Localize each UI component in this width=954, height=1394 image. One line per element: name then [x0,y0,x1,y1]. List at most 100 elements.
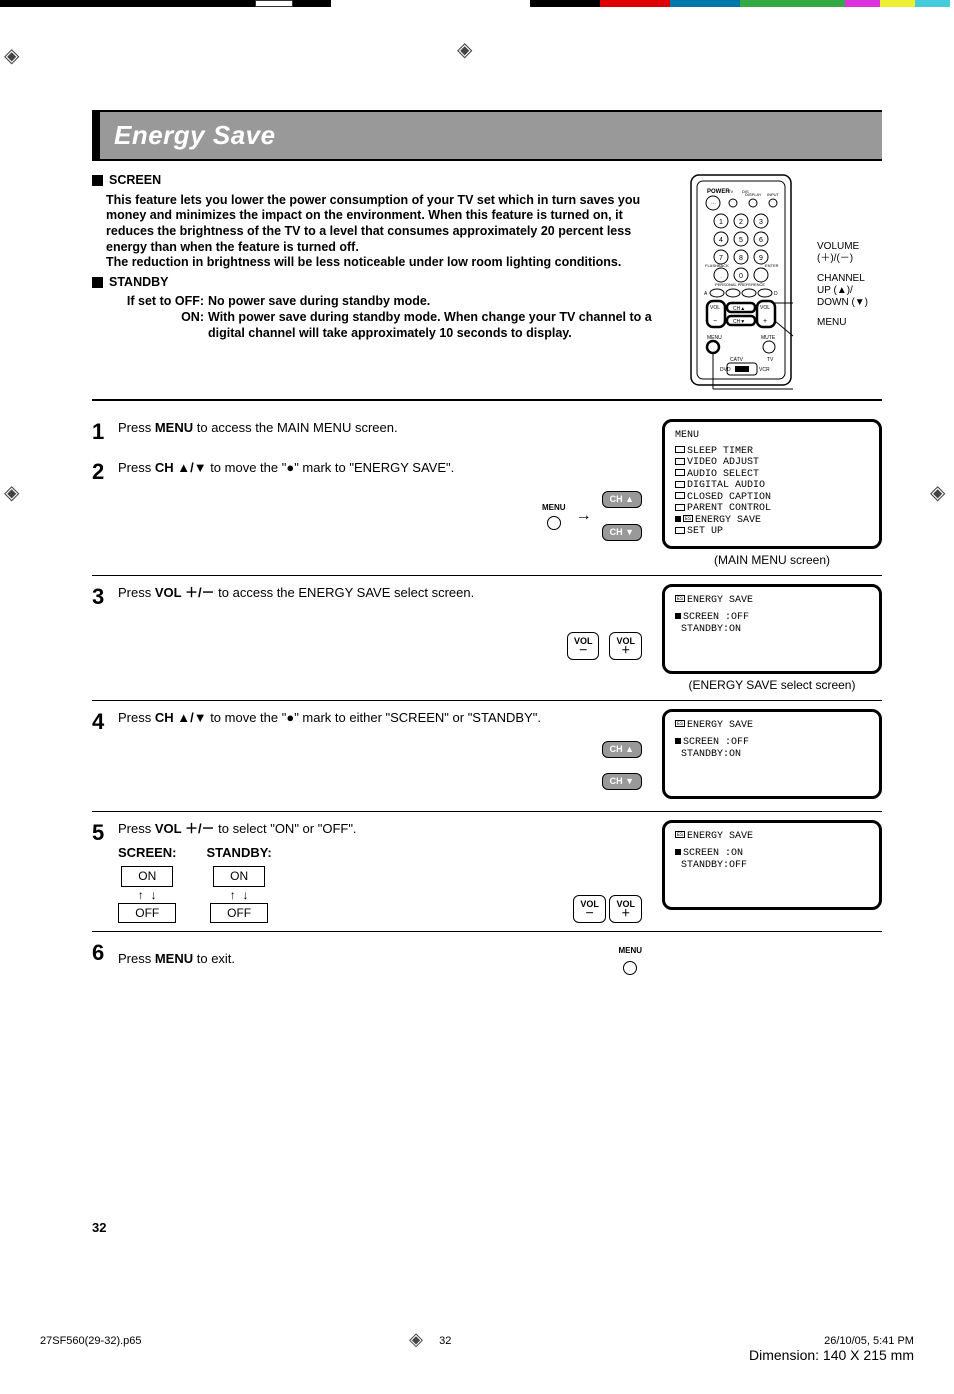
step-text: Press [118,710,155,725]
step-text: VOL ＋/－ [155,585,215,600]
arrow-icon: → [576,505,592,527]
svg-text:PERSONAL PREFERENCE: PERSONAL PREFERENCE [715,282,765,287]
svg-text:TV: TV [767,357,774,363]
off-state: OFF [210,903,268,924]
footer-dimension: Dimension: 140 X 215 mm [749,1347,914,1363]
page-number: 32 [92,1220,106,1235]
menu-label: MENU [618,946,642,955]
osd-header: ENERGY SAVE [687,720,753,731]
menu-label: MENU [542,503,566,512]
svg-text:8: 8 [739,255,743,262]
screen-heading: SCREEN [109,173,161,187]
step-number: 4 [92,709,110,791]
ch-down-button: CH ▼ [602,773,642,790]
main-menu-osd: MENU SLEEP TIMER VIDEO ADJUST AUDIO SELE… [662,419,882,549]
square-bullet-icon [92,277,103,288]
step-number: 5 [92,820,110,924]
ch-up-button: CH ▲ [602,491,642,508]
vol-minus-button: VOL － [573,895,606,923]
updown-arrows-icon: ↑ ↓ [118,887,177,903]
step-text: to move the "●" mark to "ENERGY SAVE". [207,460,455,475]
step-number: 6 [92,940,110,976]
svg-text:MUTE: MUTE [761,335,776,341]
svg-text:+: + [763,318,767,325]
standby-off-label: If set to OFF: [106,294,204,310]
step-text: to exit. [193,951,235,966]
svg-text:ENTER: ENTER [765,263,779,268]
svg-text:DVD: DVD [720,367,731,373]
registration-mark-right: ◈ [930,480,950,500]
menu-button-icon [547,516,561,530]
standby-on-body: With power save during standby mode. Whe… [208,310,673,341]
svg-text:CH▼: CH▼ [733,319,745,325]
osd-caption: (MAIN MENU screen) [662,553,882,567]
svg-text:2: 2 [739,219,743,226]
svg-text:POWER: POWER [707,189,730,195]
step-text: to move the "●" mark to either "SCREEN" … [207,710,541,725]
page-content: Energy Save SCREEN This feature lets you… [92,110,882,985]
square-bullet-icon [92,175,103,186]
svg-text:9: 9 [759,255,763,262]
footer: 27SF560(29-32).p65 ◈32 26/10/05, 5:41 PM… [40,1335,914,1363]
svg-text:4: 4 [719,237,723,244]
footer-file: 27SF560(29-32).p65 [40,1335,142,1363]
energy-save-osd: ESENERGY SAVE SCREEN :OFF STANDBY:ON [662,709,882,799]
step-number: 1 [92,419,110,445]
osd-header: ENERGY SAVE [687,595,753,606]
svg-text:VOL: VOL [760,305,770,311]
standby-off-body: No power save during standby mode. [208,294,673,310]
svg-text:DISPLAY: DISPLAY [745,192,762,197]
standby-on-label: ON: [106,310,204,341]
step-text: to select "ON" or "OFF". [215,821,357,836]
step-text: CH ▲/▼ [155,460,207,475]
svg-text:5: 5 [739,237,743,244]
osd-header: ENERGY SAVE [687,831,753,842]
remote-channel-label: CHANNEL UP (▲)/ DOWN (▼) [817,273,868,309]
svg-text:6: 6 [759,237,763,244]
vol-plus-button: VOL ＋ [609,632,642,660]
svg-text:D: D [774,291,778,297]
footer-date: 26/10/05, 5:41 PM [749,1335,914,1347]
energy-save-osd: ESENERGY SAVE SCREEN :ON STANDBY:OFF [662,820,882,910]
svg-text:7: 7 [719,255,723,262]
svg-text:INPUT: INPUT [767,192,780,197]
vol-minus-button: VOL － [567,632,600,660]
step-text: MENU [155,951,193,966]
registration-mark-left2: ◈ [4,480,19,505]
remote-menu-label: MENU [817,317,868,329]
step-number: 2 [92,459,110,541]
svg-text:3: 3 [759,219,763,226]
step-text: Press [118,585,155,600]
screen-description: This feature lets you lower the power co… [106,193,673,271]
footer-page: 32 [439,1335,451,1347]
svg-text:VOL: VOL [710,305,720,311]
updown-arrows-icon: ↑ ↓ [207,887,272,903]
remote-volume-label: VOLUME (＋)/(－) [817,241,868,265]
step-text: CH ▲/▼ [155,710,207,725]
svg-text:−: − [713,318,717,325]
svg-text:0: 0 [739,273,743,280]
on-state: ON [213,866,265,887]
remote-diagram: POWER ⋯ TV DIS DISPLAY INPUT 1 2 3 4 5 6 [687,171,817,391]
printer-color-bars [0,0,954,8]
step-text: Press [118,420,155,435]
svg-text:TV: TV [728,189,733,194]
step-number: 3 [92,584,110,660]
step-text: to access the MAIN MENU screen. [193,420,397,435]
registration-mark-center: ◈ [457,37,472,62]
registration-mark-left: ◈ [4,43,24,63]
screen-col-label: SCREEN: [118,844,177,862]
on-state: ON [121,866,173,887]
step-text: Press [118,951,155,966]
energy-save-osd: ESENERGY SAVE SCREEN :OFF STANDBY:ON [662,584,882,674]
step-text: Press [118,821,155,836]
registration-mark-icon: ◈ [409,1329,423,1350]
step-text: Press [118,460,155,475]
menu-button-icon [623,961,637,975]
svg-text:CATV: CATV [730,357,744,363]
step-text: VOL ＋/－ [155,821,215,836]
ch-down-button: CH ▼ [602,524,642,541]
off-state: OFF [118,903,176,924]
svg-text:VCR: VCR [759,367,770,373]
svg-text:⋯: ⋯ [711,201,716,207]
